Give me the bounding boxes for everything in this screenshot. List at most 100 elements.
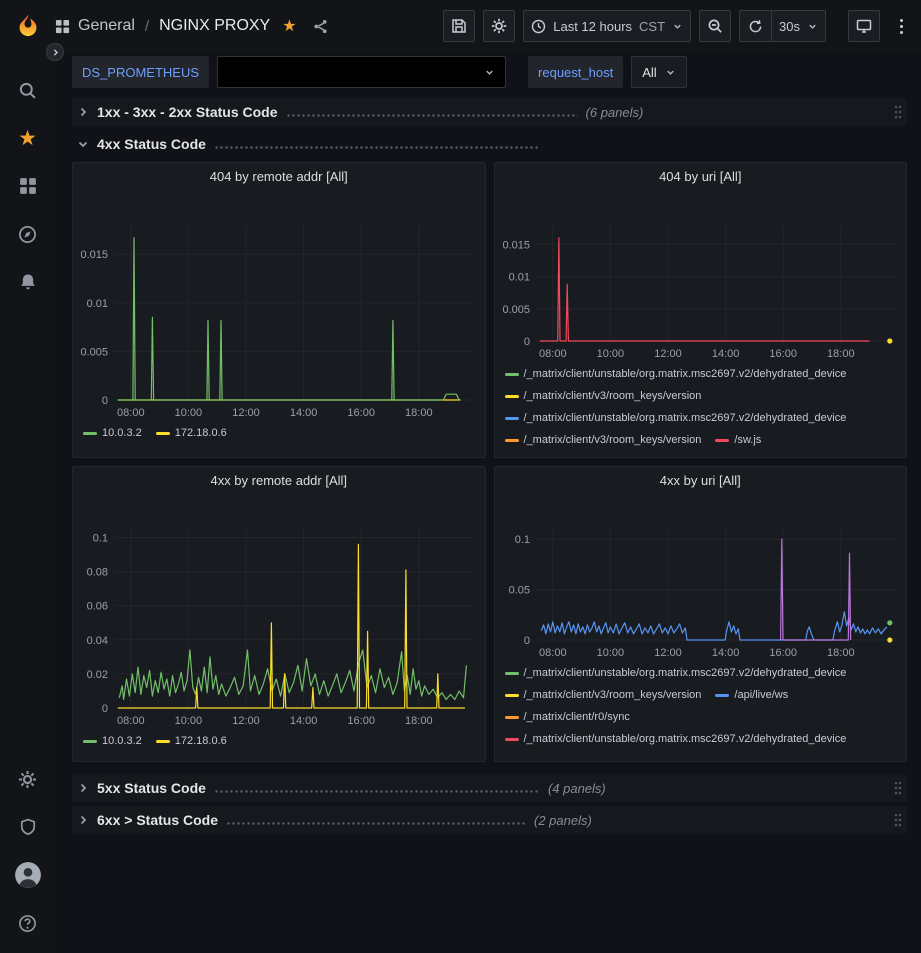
row-drag-handle[interactable]: [894, 105, 902, 119]
row-dots: [286, 114, 578, 117]
legend-label: /_matrix/client/v3/room_keys/version: [524, 389, 702, 404]
legend-item[interactable]: /_matrix/client/unstable/org.matrix.msc2…: [505, 411, 847, 426]
row-title: 6xx > Status Code: [97, 812, 218, 828]
clock-icon: [531, 19, 546, 34]
sidebar-item-help[interactable]: [0, 899, 55, 947]
panel-title[interactable]: 4xx by uri [All]: [495, 467, 907, 493]
row-header-4xx[interactable]: 4xx Status Code: [72, 130, 907, 158]
panel-title[interactable]: 404 by remote addr [All]: [73, 163, 485, 189]
gear-icon: [18, 770, 37, 789]
legend-item[interactable]: /_matrix/client/v3/room_keys/version: [505, 389, 702, 404]
legend-item[interactable]: 10.0.3.2: [83, 734, 142, 749]
avatar: [15, 862, 41, 888]
sidebar-item-server-admin[interactable]: [0, 803, 55, 851]
tv-mode-button[interactable]: [848, 10, 880, 42]
chevron-down-icon: [484, 67, 495, 78]
legend-item[interactable]: /_matrix/client/v3/room_keys/version: [505, 688, 702, 703]
chart-canvas[interactable]: 08:0010:0012:0014:0016:0018:000.0150.010…: [497, 191, 905, 365]
legend-label: 10.0.3.2: [102, 734, 142, 749]
panel-4xx-by-remote-addr: 4xx by remote addr [All] 08:0010:0012:00…: [72, 466, 486, 762]
svg-text:0: 0: [102, 395, 108, 407]
request-host-variable-select[interactable]: All: [631, 56, 686, 88]
svg-text:0: 0: [523, 635, 529, 647]
sidebar-item-starred[interactable]: ★: [0, 114, 55, 162]
row-drag-handle[interactable]: [894, 781, 902, 795]
svg-text:0.05: 0.05: [508, 585, 529, 597]
legend-swatch: [715, 694, 729, 697]
row-title: 5xx Status Code: [97, 780, 206, 796]
svg-text:08:00: 08:00: [117, 407, 145, 419]
panel-legend: /_matrix/client/unstable/org.matrix.msc2…: [495, 365, 907, 457]
breadcrumb-section[interactable]: General: [78, 17, 135, 35]
panel-4xx-by-uri: 4xx by uri [All] 08:0010:0012:0014:0016:…: [494, 466, 908, 762]
svg-text:16:00: 16:00: [347, 715, 375, 727]
row-title: 1xx - 3xx - 2xx Status Code: [97, 104, 278, 120]
chart-canvas[interactable]: 08:0010:0012:0014:0016:0018:000.10.080.0…: [75, 495, 483, 732]
star-icon: ★: [18, 126, 37, 151]
favorite-star-icon[interactable]: ★: [282, 16, 296, 36]
legend-label: /_matrix/client/unstable/org.matrix.msc2…: [524, 666, 847, 681]
legend-label: 10.0.3.2: [102, 426, 142, 441]
sidebar-item-configuration[interactable]: [0, 755, 55, 803]
svg-text:14:00: 14:00: [711, 348, 739, 360]
row-header-6xx[interactable]: 6xx > Status Code (2 panels): [72, 806, 907, 834]
legend-item[interactable]: /_matrix/client/unstable/org.matrix.msc2…: [505, 666, 847, 681]
sidebar-item-dashboards[interactable]: [0, 162, 55, 210]
chevron-down-icon: [672, 21, 683, 32]
request-host-variable-value: All: [642, 65, 656, 80]
legend-item[interactable]: /api/live/ws: [715, 688, 788, 703]
datasource-variable-select[interactable]: [217, 56, 506, 88]
row-header-1xx-3xx-2xx[interactable]: 1xx - 3xx - 2xx Status Code (6 panels): [72, 98, 907, 126]
row-header-5xx[interactable]: 5xx Status Code (4 panels): [72, 774, 907, 802]
legend-swatch: [505, 672, 519, 675]
legend-label: /_matrix/client/v3/room_keys/version: [524, 433, 702, 448]
refresh-interval-dropdown[interactable]: 30s: [771, 10, 826, 42]
breadcrumb: General / NGINX PROXY ★: [55, 16, 328, 36]
zoom-out-button[interactable]: [699, 10, 731, 42]
sidebar-item-alerting[interactable]: [0, 258, 55, 306]
svg-text:0: 0: [102, 703, 108, 715]
time-range-label: Last 12 hours: [553, 19, 632, 34]
chart-canvas[interactable]: 08:0010:0012:0014:0016:0018:000.0150.010…: [75, 191, 483, 424]
refresh-button[interactable]: [739, 10, 771, 42]
sidebar-expand-button[interactable]: [46, 43, 64, 61]
svg-text:12:00: 12:00: [232, 407, 260, 419]
chart-canvas[interactable]: 08:0010:0012:0014:0016:0018:000.10.050: [497, 495, 905, 664]
legend-label: /_matrix/client/unstable/org.matrix.msc2…: [524, 732, 847, 747]
legend-item[interactable]: /_matrix/client/v3/room_keys/version: [505, 433, 702, 448]
sidebar-item-explore[interactable]: [0, 210, 55, 258]
legend-item[interactable]: /_matrix/client/unstable/org.matrix.msc2…: [505, 732, 847, 747]
refresh-interval-label: 30s: [779, 19, 800, 34]
save-dashboard-button[interactable]: [443, 10, 475, 42]
dashboard-settings-button[interactable]: [483, 10, 515, 42]
legend-item[interactable]: 172.18.0.6: [156, 734, 227, 749]
panel-title[interactable]: 4xx by remote addr [All]: [73, 467, 485, 493]
svg-text:0.1: 0.1: [93, 533, 108, 545]
svg-text:16:00: 16:00: [769, 348, 797, 360]
legend-item[interactable]: 172.18.0.6: [156, 426, 227, 441]
legend-item[interactable]: 10.0.3.2: [83, 426, 142, 441]
legend-item[interactable]: /sw.js: [715, 433, 761, 448]
svg-text:0.015: 0.015: [502, 239, 530, 251]
compass-icon: [18, 225, 37, 244]
svg-text:12:00: 12:00: [654, 647, 682, 659]
row-drag-handle[interactable]: [894, 813, 902, 827]
top-header: General / NGINX PROXY ★ Last 12 hours CS…: [0, 0, 921, 52]
time-range-picker[interactable]: Last 12 hours CST: [523, 10, 691, 42]
sidebar-item-search[interactable]: [0, 66, 55, 114]
legend-item[interactable]: /_matrix/client/r0/sync: [505, 710, 630, 725]
left-sidebar: ★: [0, 52, 55, 953]
gear-icon: [491, 18, 507, 34]
svg-text:08:00: 08:00: [117, 715, 145, 727]
share-icon[interactable]: [313, 19, 328, 34]
panel-title[interactable]: 404 by uri [All]: [495, 163, 907, 189]
svg-text:0.1: 0.1: [514, 534, 529, 546]
sidebar-item-profile[interactable]: [0, 851, 55, 899]
row-panel-count: (4 panels): [548, 781, 606, 796]
legend-item[interactable]: /_matrix/client/unstable/org.matrix.msc2…: [505, 367, 847, 382]
row-title: 4xx Status Code: [97, 136, 206, 152]
panel-404-by-remote-addr: 404 by remote addr [All] 08:0010:0012:00…: [72, 162, 486, 458]
kebab-menu-button[interactable]: [896, 15, 907, 38]
grafana-logo[interactable]: [0, 13, 55, 39]
svg-text:14:00: 14:00: [290, 715, 318, 727]
